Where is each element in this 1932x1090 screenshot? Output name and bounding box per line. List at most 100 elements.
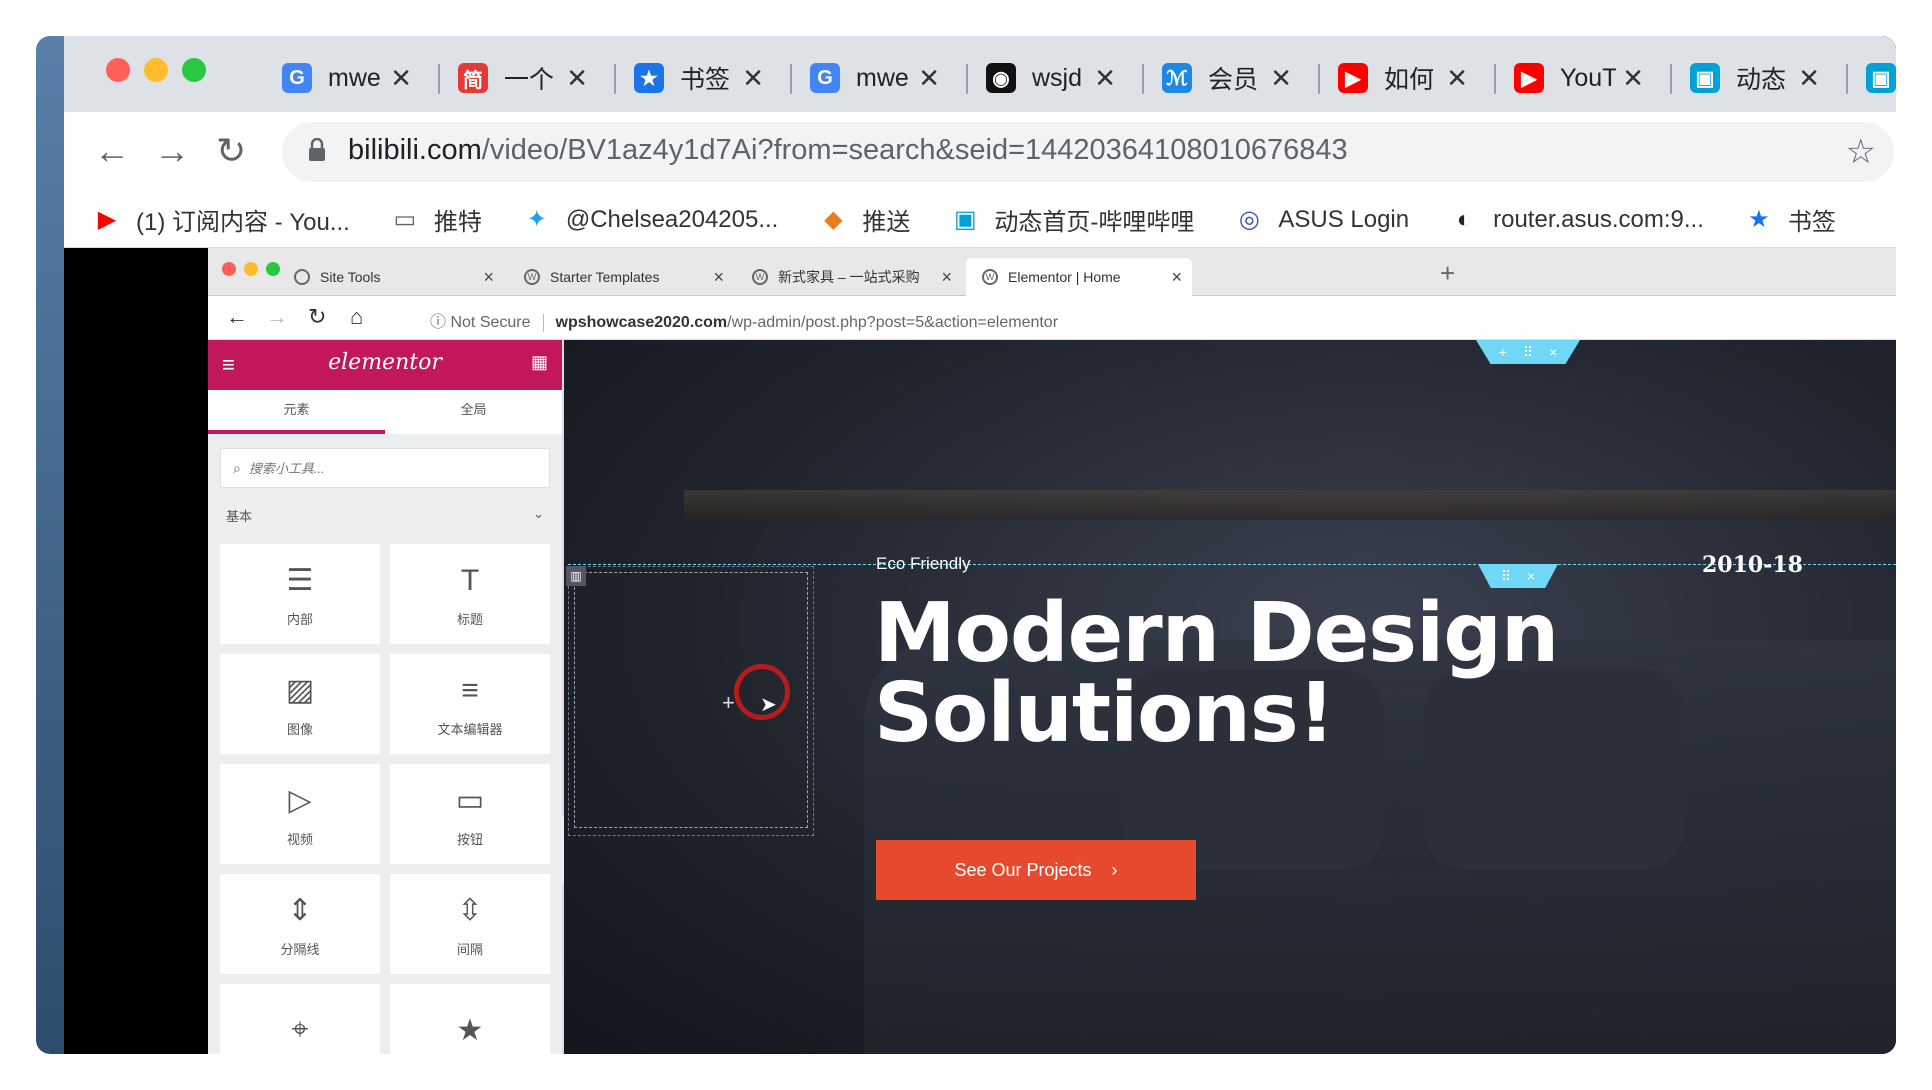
delete-column-icon[interactable]: ×	[1527, 568, 1535, 584]
close-tab-icon[interactable]: ×	[1171, 267, 1182, 288]
outer-tab[interactable]: ▣	[1848, 50, 1896, 106]
inner-minimize-button[interactable]	[244, 262, 258, 276]
bookmark-item[interactable]: ◎ ASUS Login	[1234, 205, 1409, 235]
close-tab-icon[interactable]: ✕	[742, 63, 764, 94]
outer-tab[interactable]: ▶ 如何 ✕	[1320, 50, 1496, 106]
close-tab-icon[interactable]: ✕	[1446, 63, 1468, 94]
widget-card[interactable]: ▷ 视频	[220, 764, 380, 864]
outer-tab[interactable]: ◉ wsjd ✕	[968, 50, 1144, 106]
inner-address-bar[interactable]: ⓘ Not Secure wpshowcase2020.com/wp-admin/…	[430, 308, 1058, 332]
columns-icon: ☰	[286, 564, 314, 597]
close-tab-icon[interactable]: ✕	[1622, 63, 1644, 94]
inner-tab-title: Site Tools	[320, 269, 381, 285]
close-tab-icon[interactable]: ×	[941, 267, 952, 288]
see-projects-button[interactable]: See Our Projects ›	[876, 840, 1196, 900]
inner-url-path: /wp-admin/post.php?post=5&action=element…	[727, 314, 1059, 331]
bookmark-label: @Chelsea204205...	[565, 205, 779, 233]
outer-tab[interactable]: 简一个 ✕	[440, 50, 616, 106]
widget-card[interactable]: ▨ 图像	[220, 654, 380, 754]
bookmark-item[interactable]: ◐ router.asus.com:9...	[1449, 205, 1704, 235]
close-tab-icon[interactable]: ✕	[390, 63, 412, 94]
close-tab-icon[interactable]: ×	[483, 267, 494, 288]
close-tab-icon[interactable]: ×	[713, 267, 724, 288]
widget-card[interactable]: ≡ 文本编辑器	[390, 654, 550, 754]
map-icon: ⌖	[291, 1013, 309, 1046]
bookmark-item[interactable]: ▶ (1) 订阅内容 - You...	[92, 202, 350, 237]
home-icon[interactable]: ⌂	[350, 304, 363, 330]
inner-tab-elementor-home[interactable]: W Elementor | Home ×	[966, 258, 1192, 296]
widget-card[interactable]: ⇳ 间隔	[390, 874, 550, 974]
widget-card[interactable]: T 标题	[390, 544, 550, 644]
widget-search-input[interactable]	[248, 460, 469, 476]
tab-global[interactable]: 全局	[385, 390, 562, 434]
inner-tab-furniture[interactable]: W 新式家具 – 一站式采购 ×	[736, 258, 962, 296]
outer-tab[interactable]: Gmwe ✕	[792, 50, 968, 106]
bookmark-item[interactable]: ▭ 推特	[390, 202, 482, 237]
year-text[interactable]: 2010-18	[1702, 552, 1803, 578]
add-section-icon[interactable]: +	[1499, 344, 1507, 360]
google-icon: G	[810, 63, 840, 93]
bookmark-star-icon[interactable]: ☆	[1846, 132, 1876, 172]
tab-elements[interactable]: 元素	[208, 390, 385, 434]
eyebrow-text[interactable]: Eco Friendly	[876, 554, 970, 574]
widget-card[interactable]: ▭ 按钮	[390, 764, 550, 864]
reload-icon[interactable]: ↻	[308, 304, 326, 330]
panel-header: ≡ elementor ▦	[208, 340, 562, 390]
spacer-icon: ⇳	[457, 894, 483, 927]
forward-icon[interactable]: →	[154, 130, 190, 172]
outer-tab[interactable]: ▶ YouT ✕	[1496, 50, 1672, 106]
section-handle[interactable]: + ⠿ ×	[1476, 340, 1580, 364]
outer-tab[interactable]: Gmwe ✕	[264, 50, 440, 106]
close-tab-icon[interactable]: ✕	[1270, 63, 1292, 94]
widget-card[interactable]: ☰ 内部	[220, 544, 380, 644]
site-tools-icon	[294, 269, 310, 285]
back-icon[interactable]: ←	[94, 130, 130, 172]
outer-tab[interactable]: ℳ 会员 ✕	[1144, 50, 1320, 106]
wordpress-icon: W	[752, 269, 768, 285]
close-tab-icon[interactable]: ✕	[566, 63, 588, 94]
widget-label: 分隔线	[280, 941, 320, 957]
back-icon[interactable]: ←	[226, 304, 248, 330]
bookmark-label: (1) 订阅内容 - You...	[136, 209, 350, 236]
bookmark-item[interactable]: ◆ 推送	[818, 202, 910, 237]
category-basic[interactable]: 基本 ⌄	[208, 502, 562, 525]
outer-tab[interactable]: ★ 书签 ✕	[616, 50, 792, 106]
widget-card[interactable]: ⌖	[220, 984, 380, 1054]
apps-grid-icon[interactable]: ▦	[531, 352, 548, 373]
cta-label: See Our Projects	[954, 859, 1092, 880]
column-handle[interactable]: ⠿ ×	[1478, 564, 1558, 588]
inner-tab-site-tools[interactable]: Site Tools ×	[278, 258, 504, 296]
inner-tab-strip: Site Tools × W Starter Templates × W 新式家…	[208, 248, 1896, 296]
widget-label: 图像	[286, 721, 313, 737]
bookmark-item[interactable]: ✦ @Chelsea204205...	[522, 205, 779, 235]
editor-canvas: + ⠿ × ⠿ × ▥ + ➤ Eco Friendly 2010-18 Mod…	[564, 340, 1896, 1054]
close-tab-icon[interactable]: ✕	[918, 63, 940, 94]
inner-url-host: wpshowcase2020.com	[555, 314, 728, 331]
close-tab-icon[interactable]: ✕	[1798, 63, 1820, 94]
hero-heading-line: Modern Design	[874, 586, 1559, 681]
hero-heading[interactable]: Modern Design Solutions!	[874, 586, 1574, 755]
outer-tab[interactable]: ▣ 动态 ✕	[1672, 50, 1848, 106]
delete-section-icon[interactable]: ×	[1549, 344, 1557, 360]
drag-handle-icon[interactable]: ⠿	[1501, 568, 1511, 585]
inner-tab-starter-templates[interactable]: W Starter Templates ×	[508, 258, 734, 296]
bookmark-item[interactable]: ▣ 动态首页-哔哩哔哩	[950, 202, 1194, 237]
close-tab-icon[interactable]: ✕	[1094, 63, 1116, 94]
new-tab-icon[interactable]: +	[1440, 258, 1455, 289]
maximize-window-button[interactable]	[182, 58, 206, 82]
widget-card[interactable]: ⇕ 分隔线	[220, 874, 380, 974]
drag-handle-icon[interactable]: ⠿	[1523, 344, 1533, 361]
column-edit-icon[interactable]: ▥	[566, 566, 586, 586]
inner-close-button[interactable]	[222, 262, 236, 276]
app-icon: ℳ	[1162, 63, 1192, 93]
forward-icon[interactable]: →	[266, 304, 288, 330]
reload-icon[interactable]: ↻	[216, 130, 246, 172]
category-label: 基本	[226, 509, 253, 524]
widget-card[interactable]: ★	[390, 984, 550, 1054]
add-element-icon[interactable]: +	[722, 690, 735, 716]
bookmark-item[interactable]: ★ 书签	[1744, 202, 1836, 237]
minimize-window-button[interactable]	[144, 58, 168, 82]
address-bar[interactable]: bilibili.com/video/BV1az4y1d7Ai?from=sea…	[282, 122, 1894, 182]
close-window-button[interactable]	[106, 58, 130, 82]
outer-tab-title: 动态	[1736, 66, 1787, 94]
